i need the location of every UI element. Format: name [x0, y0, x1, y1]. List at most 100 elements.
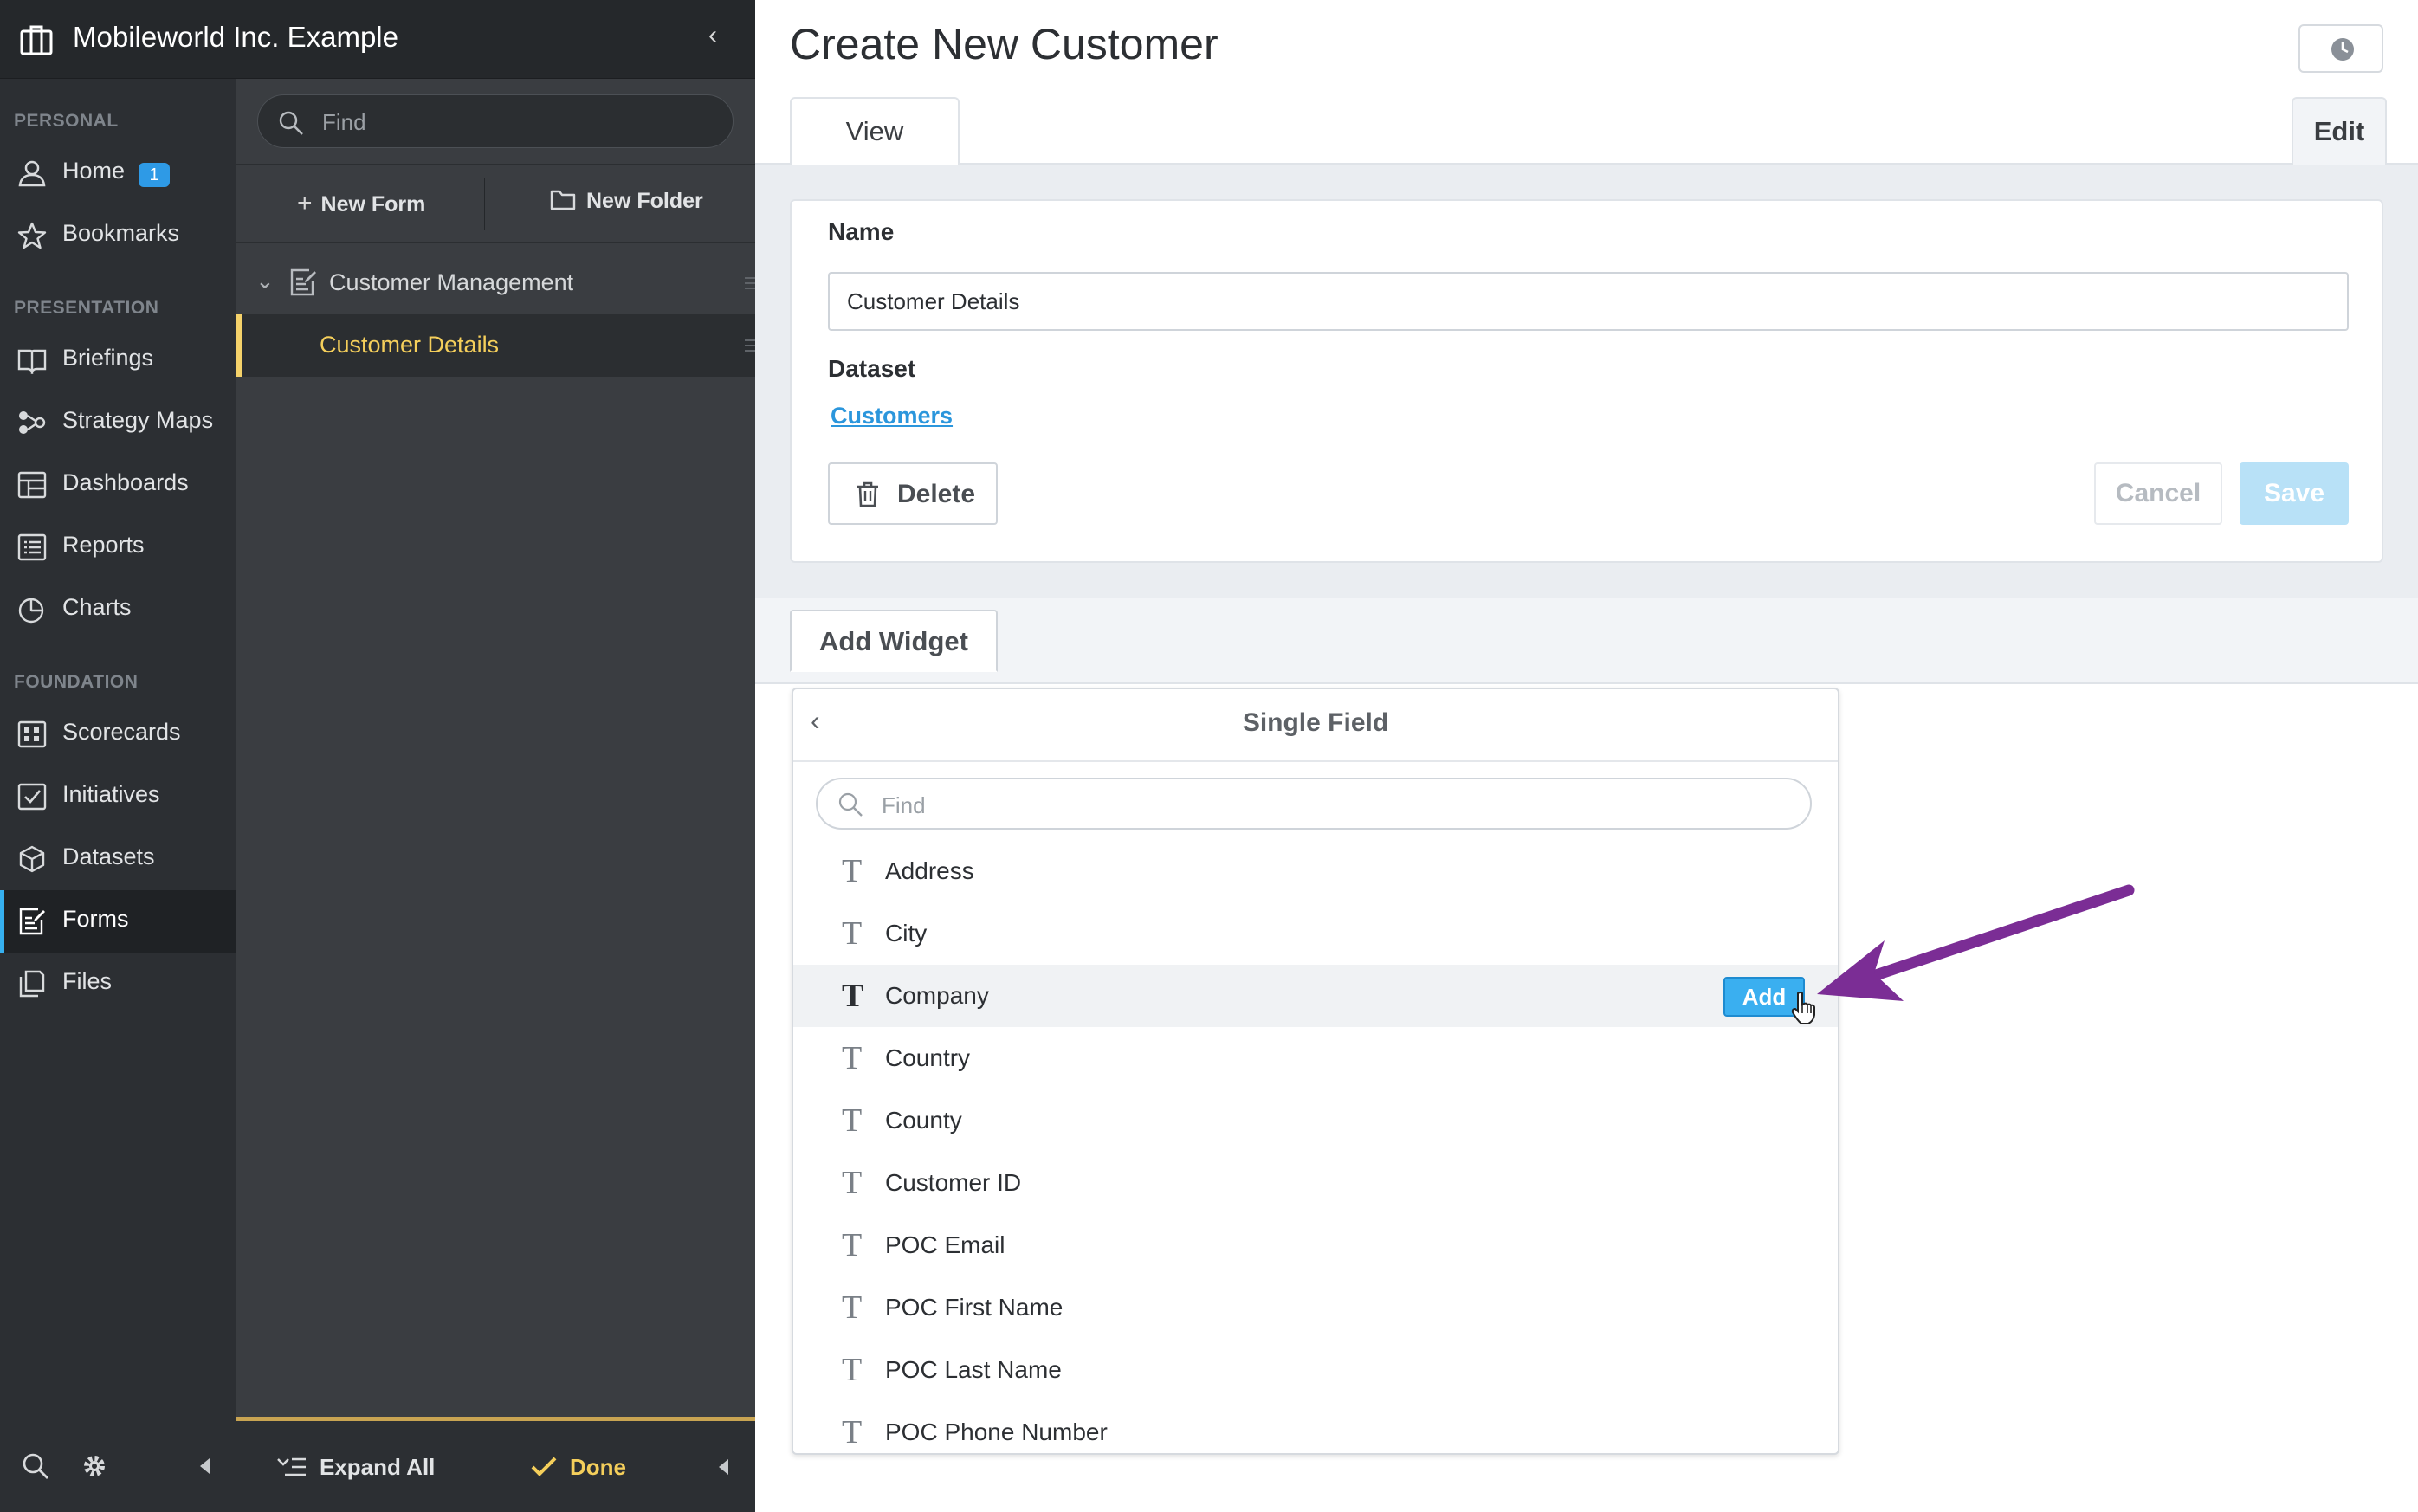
forms-panel: Find + New Form New Folder ⌄ Customer Man…	[236, 79, 755, 1512]
nav-item-reports[interactable]: Reports	[0, 516, 236, 578]
new-form-button[interactable]: + New Form	[297, 189, 425, 218]
field-item-county[interactable]: T County	[793, 1089, 1838, 1152]
panel-search-input[interactable]: Find	[257, 94, 734, 148]
nav-item-charts[interactable]: Charts	[0, 578, 236, 641]
main-content: Create New Customer View Edit Name Datas…	[755, 0, 2418, 1512]
field-item-company[interactable]: T Company Add	[793, 965, 1838, 1027]
star-icon	[17, 222, 47, 249]
new-folder-button[interactable]: New Folder	[550, 189, 703, 214]
nav-label: Bookmarks	[62, 220, 180, 246]
plus-icon: +	[297, 189, 313, 217]
tree-item-customer-details[interactable]: Customer Details	[236, 314, 755, 377]
user-icon	[18, 160, 46, 187]
field-label: POC Email	[885, 1231, 1005, 1258]
nav-item-forms[interactable]: Forms	[0, 890, 236, 953]
name-label: Name	[828, 218, 895, 245]
tree-item-label: Customer Details	[320, 332, 500, 358]
field-item-customer-id[interactable]: T Customer ID	[793, 1152, 1838, 1214]
text-field-icon: T	[842, 915, 863, 952]
section-foundation: FOUNDATION	[14, 672, 139, 692]
page-title: Create New Customer	[790, 20, 1219, 68]
dataset-link[interactable]: Customers	[831, 403, 953, 430]
field-item-poc-last-name[interactable]: T POC Last Name	[793, 1339, 1838, 1401]
collapse-panel-icon[interactable]	[716, 1457, 730, 1476]
dashboard-icon	[17, 471, 47, 499]
nav-item-datasets[interactable]: Datasets	[0, 828, 236, 890]
nav-label: Reports	[62, 532, 145, 558]
search-icon	[279, 111, 303, 135]
pie-chart-icon	[18, 598, 44, 624]
nav-item-briefings[interactable]: Briefings	[0, 329, 236, 391]
nav-label: Initiatives	[62, 781, 160, 807]
form-settings-card: Name Dataset Customers Delete Cancel Sav…	[790, 199, 2383, 563]
field-search-input[interactable]: Find	[816, 778, 1812, 830]
history-button[interactable]	[2298, 24, 2383, 73]
field-item-country[interactable]: T Country	[793, 1027, 1838, 1089]
tab-view[interactable]: View	[790, 97, 960, 165]
widget-toolbar: Add Widget	[755, 598, 2418, 684]
nav-item-strategy-maps[interactable]: Strategy Maps	[0, 391, 236, 454]
org-name[interactable]: Mobileworld Inc. Example	[73, 21, 398, 54]
field-label: POC Phone Number	[885, 1418, 1108, 1445]
delete-button[interactable]: Delete	[828, 462, 998, 525]
field-label: POC Last Name	[885, 1356, 1062, 1383]
field-item-poc-first-name[interactable]: T POC First Name	[793, 1276, 1838, 1339]
delete-label: Delete	[897, 480, 976, 508]
field-label: Customer ID	[885, 1169, 1022, 1196]
trash-icon	[857, 481, 878, 507]
chevron-down-icon[interactable]: ⌄	[255, 268, 275, 294]
folder-icon	[550, 190, 576, 210]
new-form-label: New Form	[320, 192, 426, 216]
save-button[interactable]: Save	[2240, 462, 2349, 525]
nav-label: Briefings	[62, 345, 154, 371]
nav-item-scorecards[interactable]: Scorecards	[0, 703, 236, 766]
tab-edit[interactable]: Edit	[2292, 97, 2387, 165]
name-input[interactable]	[828, 272, 2349, 331]
field-item-city[interactable]: T City	[793, 902, 1838, 965]
checkmark-icon	[531, 1457, 557, 1476]
book-icon	[17, 349, 47, 374]
nav-label: Dashboards	[62, 469, 189, 495]
nav-label: Forms	[62, 906, 129, 932]
text-field-icon: T	[842, 1227, 863, 1263]
text-field-icon: T	[842, 1289, 863, 1326]
collapse-panel-icon[interactable]: ‹	[708, 21, 717, 50]
search-icon	[838, 792, 863, 817]
report-icon	[17, 533, 47, 561]
done-label: Done	[570, 1454, 626, 1480]
strategy-map-icon	[19, 411, 46, 434]
done-button[interactable]: Done	[462, 1421, 695, 1512]
collapse-nav-icon[interactable]	[197, 1457, 211, 1476]
dropdown-header: ‹ Single Field	[793, 689, 1838, 762]
cube-icon	[19, 845, 45, 873]
expand-all-icon	[277, 1457, 306, 1476]
field-item-poc-email[interactable]: T POC Email	[793, 1214, 1838, 1276]
field-label: Country	[885, 1044, 971, 1071]
field-item-poc-phone-number[interactable]: T POC Phone Number	[793, 1401, 1838, 1453]
nav-item-initiatives[interactable]: Initiatives	[0, 766, 236, 828]
nav-label: Datasets	[62, 843, 155, 869]
expand-all-button[interactable]: Expand All	[236, 1421, 462, 1512]
search-icon[interactable]	[21, 1451, 50, 1481]
nav-item-home[interactable]: Home 1	[0, 142, 236, 204]
nav-item-dashboards[interactable]: Dashboards	[0, 454, 236, 516]
tree-folder-customer-management[interactable]: ⌄ Customer Management	[236, 252, 755, 314]
gear-icon[interactable]	[80, 1451, 109, 1481]
nav-item-files[interactable]: Files	[0, 953, 236, 1015]
cancel-button[interactable]: Cancel	[2094, 462, 2222, 525]
drag-handle-icon[interactable]	[743, 275, 755, 292]
panel-footer: Expand All Done	[236, 1417, 755, 1512]
field-label: County	[885, 1107, 962, 1134]
nav-item-bookmarks[interactable]: Bookmarks	[0, 204, 236, 267]
nav-label: Home	[62, 158, 126, 184]
clock-icon	[2331, 38, 2354, 61]
add-widget-button[interactable]: Add Widget	[790, 610, 998, 672]
new-folder-label: New Folder	[586, 189, 703, 213]
text-field-icon: T	[842, 853, 863, 889]
text-field-icon: T	[842, 1352, 863, 1388]
section-presentation: PRESENTATION	[14, 298, 159, 318]
field-item-address[interactable]: T Address	[793, 840, 1838, 902]
panel-actions: + New Form New Folder	[236, 164, 755, 243]
nav-label: Strategy Maps	[62, 407, 214, 433]
drag-handle-icon[interactable]	[743, 337, 755, 354]
